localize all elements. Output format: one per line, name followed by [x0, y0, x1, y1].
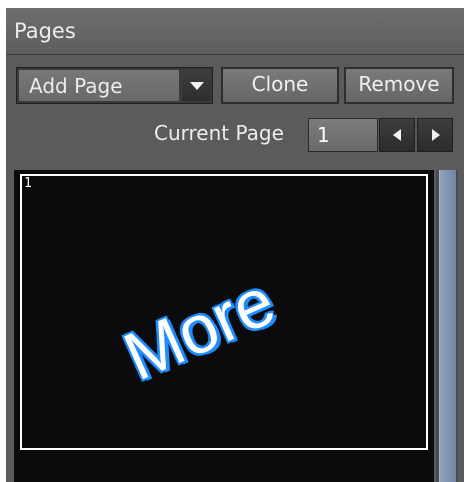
panel-title-bar: Pages: [6, 8, 464, 55]
current-page-value: 1: [317, 123, 330, 147]
chevron-right-icon: [432, 129, 440, 141]
clone-button[interactable]: Clone: [221, 67, 339, 104]
next-page-button[interactable]: [417, 118, 453, 152]
current-page-label: Current Page: [154, 121, 284, 145]
add-page-field[interactable]: Add Page: [19, 70, 179, 101]
dropdown-toggle-button[interactable]: [182, 70, 211, 101]
add-page-dropdown[interactable]: Add Page: [16, 67, 213, 104]
current-page-input[interactable]: 1: [308, 118, 378, 152]
thumbnail-text: More: [113, 262, 286, 396]
panel-title: Pages: [14, 19, 76, 43]
chevron-down-icon: [190, 82, 204, 90]
page-thumbnail-list: 1 More: [14, 170, 434, 482]
scrollbar-thumb[interactable]: [439, 170, 456, 482]
previous-page-button[interactable]: [379, 118, 415, 152]
thumbnail-scrollbar[interactable]: [436, 170, 458, 482]
page-thumbnail[interactable]: 1 More: [20, 174, 428, 450]
remove-button[interactable]: Remove: [344, 67, 454, 104]
add-page-label: Add Page: [29, 74, 123, 98]
pages-panel: Pages Add Page Clone Remove Current Page…: [6, 8, 464, 482]
chevron-left-icon: [393, 129, 401, 141]
page-thumbnail-number: 1: [24, 176, 32, 191]
